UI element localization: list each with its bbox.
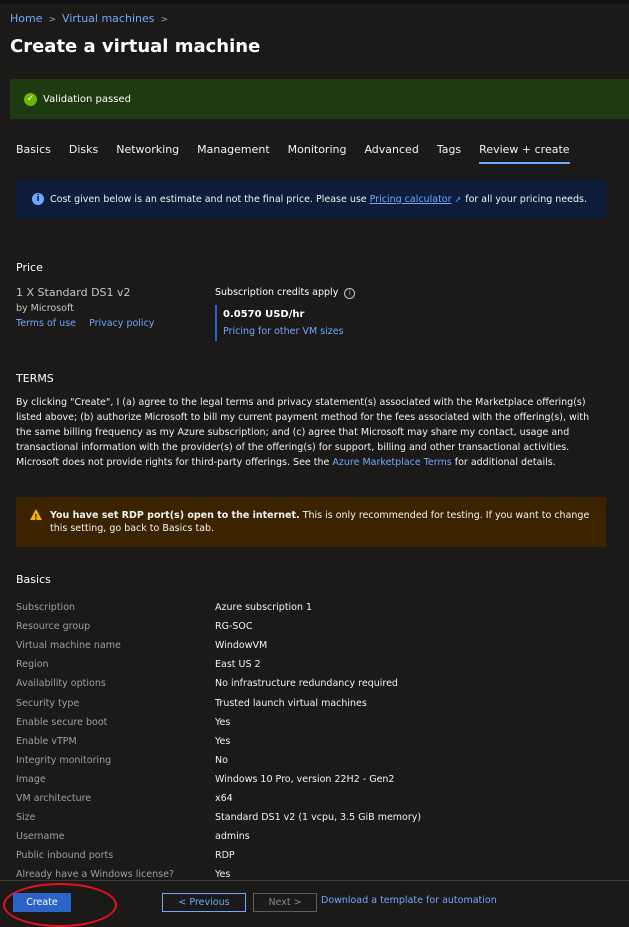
row-label: Virtual machine name (16, 640, 121, 652)
tab-basics[interactable]: Basics (16, 143, 51, 164)
row-label: Subscription (16, 602, 76, 614)
table-row: VM architecture x64 (16, 789, 616, 808)
basics-heading: Basics (16, 573, 51, 586)
validation-banner: ✓ Validation passed (10, 79, 629, 119)
row-label: Public inbound ports (16, 850, 114, 862)
publisher: by Microsoft (16, 303, 74, 314)
price-summary: 1 X Standard DS1 v2 by Microsoft Terms o… (16, 286, 164, 329)
row-value: Yes (215, 716, 231, 728)
row-label: Image (16, 773, 46, 785)
price-heading: Price (16, 261, 43, 274)
validation-text: Validation passed (43, 93, 131, 105)
table-row: Public inbound ports RDP (16, 846, 616, 865)
page-title: Create a virtual machine (10, 36, 261, 57)
top-bar (0, 0, 629, 4)
chevron-right-icon: > (48, 15, 57, 25)
download-template-link[interactable]: Download a template for automation (321, 895, 497, 906)
row-label: Resource group (16, 621, 91, 633)
footer-bar: Create < Previous Next > Download a temp… (0, 880, 629, 927)
table-row: Image Windows 10 Pro, version 22H2 - Gen2 (16, 770, 616, 789)
table-row: Region East US 2 (16, 655, 616, 674)
vm-sku: 1 X Standard DS1 v2 (16, 286, 131, 299)
breadcrumb: Home > Virtual machines > (10, 12, 174, 25)
row-value: East US 2 (215, 659, 261, 671)
row-label: VM architecture (16, 792, 92, 804)
tab-disks[interactable]: Disks (69, 143, 98, 164)
row-label: Size (16, 812, 36, 824)
pricing-calculator-link[interactable]: Pricing calculator (370, 194, 452, 205)
rdp-warning-banner: ! You have set RDP port(s) open to the i… (16, 497, 606, 547)
check-icon: ✓ (24, 92, 37, 106)
external-link-icon: ↗ (454, 194, 462, 204)
row-value: Windows 10 Pro, version 22H2 - Gen2 (215, 773, 395, 785)
table-row: Subscription Azure subscription 1 (16, 598, 616, 617)
create-button[interactable]: Create (13, 893, 71, 912)
tab-review-create[interactable]: Review + create (479, 143, 570, 164)
tab-advanced[interactable]: Advanced (364, 143, 418, 164)
previous-button[interactable]: < Previous (162, 893, 246, 912)
row-label: Enable vTPM (16, 735, 77, 747)
table-row: Resource group RG-SOC (16, 617, 616, 636)
row-value: Standard DS1 v2 (1 vcpu, 3.5 GiB memory) (215, 812, 422, 824)
next-button[interactable]: Next > (253, 893, 317, 912)
row-label: Availability options (16, 678, 106, 690)
row-value: admins (215, 831, 250, 843)
breadcrumb-virtual-machines[interactable]: Virtual machines (62, 12, 154, 25)
pricing-info-banner: i Cost given below is an estimate and no… (16, 180, 606, 218)
row-label: Enable secure boot (16, 716, 108, 728)
table-row: Availability options No infrastructure re… (16, 674, 616, 693)
info-icon: i (32, 193, 44, 205)
tab-tags[interactable]: Tags (437, 143, 461, 164)
chevron-right-icon: > (160, 15, 169, 25)
row-label: Already have a Windows license? (16, 869, 174, 881)
table-row: Security type Trusted launch virtual mach… (16, 693, 616, 712)
more-options-icon[interactable]: ··· (240, 38, 251, 52)
row-label: Username (16, 831, 65, 843)
other-sizes-link[interactable]: Pricing for other VM sizes (223, 326, 355, 341)
info-text-before: Cost given below is an estimate and not … (50, 193, 367, 205)
row-value: Azure subscription 1 (215, 602, 313, 614)
row-label: Security type (16, 697, 80, 709)
row-label: Integrity monitoring (16, 754, 112, 766)
table-row: Enable vTPM Yes (16, 732, 616, 751)
credits-label: Subscription credits apply (215, 287, 339, 298)
terms-heading: TERMS (16, 372, 54, 385)
row-value: RG-SOC (215, 621, 253, 633)
tab-networking[interactable]: Networking (116, 143, 179, 164)
privacy-policy-link[interactable]: Privacy policy (89, 318, 154, 329)
tab-monitoring[interactable]: Monitoring (288, 143, 347, 164)
warning-bold-text: You have set RDP port(s) open to the int… (50, 510, 300, 521)
row-value: Trusted launch virtual machines (215, 697, 367, 709)
hourly-cost: 0.0570 USD/hr (223, 309, 305, 320)
row-value: RDP (215, 850, 235, 862)
basics-table: Subscription Azure subscription 1 Resource… (16, 598, 616, 884)
tab-management[interactable]: Management (197, 143, 269, 164)
row-value: WindowVM (215, 640, 268, 652)
row-value: No infrastructure redundancy required (215, 678, 398, 690)
table-row: Size Standard DS1 v2 (1 vcpu, 3.5 GiB mem… (16, 808, 616, 827)
row-label: Region (16, 659, 49, 671)
info-icon[interactable]: i (344, 288, 356, 299)
table-row: Integrity monitoring No (16, 751, 616, 770)
row-value: Yes (215, 869, 231, 881)
table-row: Enable secure boot Yes (16, 713, 616, 732)
row-value: x64 (215, 792, 233, 804)
breadcrumb-home[interactable]: Home (10, 12, 42, 25)
terms-of-use-link[interactable]: Terms of use (16, 318, 76, 329)
table-row: Username admins (16, 827, 616, 846)
terms-text: By clicking "Create", I (a) agree to the… (16, 395, 606, 470)
row-value: No (215, 754, 228, 766)
info-text-after: for all your pricing needs. (465, 193, 588, 205)
wizard-tabs: Basics Disks Networking Management Monit… (16, 143, 588, 164)
marketplace-terms-link[interactable]: Azure Marketplace Terms (332, 457, 451, 468)
table-row: Virtual machine name WindowVM (16, 636, 616, 655)
price-details: Subscription credits apply i 0.0570 USD/h… (215, 287, 356, 341)
warning-icon: ! (30, 509, 42, 522)
row-value: Yes (215, 735, 231, 747)
terms-body-end: for additional details. (454, 457, 556, 468)
